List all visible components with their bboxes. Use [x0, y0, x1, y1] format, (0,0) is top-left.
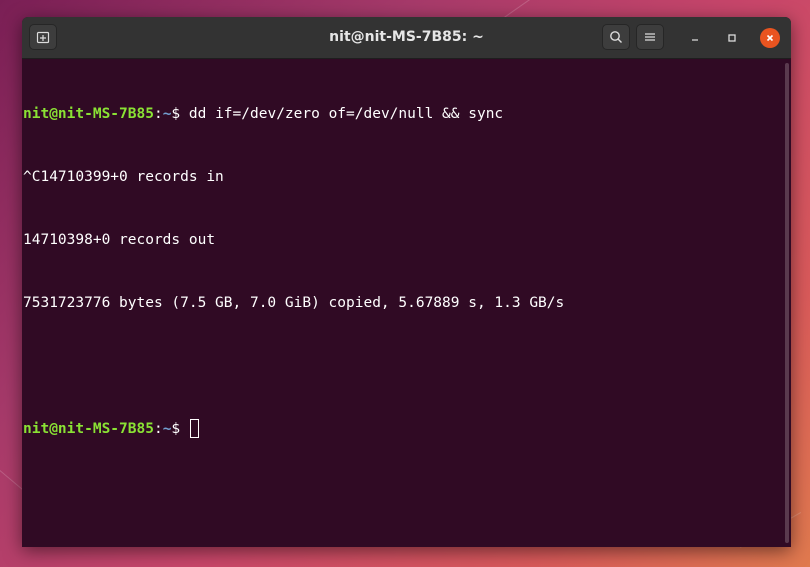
new-tab-button[interactable]	[29, 24, 57, 50]
window-title: nit@nit-MS-7B85: ~	[329, 29, 484, 45]
active-prompt-line: nit@nit-MS-7B85:~$	[23, 419, 781, 440]
search-button[interactable]	[602, 24, 630, 50]
close-button[interactable]	[760, 28, 780, 48]
terminal-window: nit@nit-MS-7B85: ~ nit@nit-MS-7B85:~$ dd…	[22, 17, 791, 547]
scrollbar[interactable]	[785, 63, 789, 543]
hamburger-menu-icon	[645, 33, 655, 41]
output-line: 7531723776 bytes (7.5 GB, 7.0 GiB) copie…	[23, 295, 565, 311]
command-line: nit@nit-MS-7B85:~$ dd if=/dev/zero of=/d…	[23, 104, 781, 125]
maximize-icon	[728, 34, 736, 42]
prompt-user: nit@nit-MS-7B85	[23, 106, 154, 122]
prompt-symbol: $	[171, 106, 189, 122]
maximize-button[interactable]	[722, 28, 742, 48]
minimize-icon	[692, 39, 698, 41]
search-icon	[610, 31, 622, 43]
terminal-output[interactable]: nit@nit-MS-7B85:~$ dd if=/dev/zero of=/d…	[22, 59, 781, 547]
command-text: dd if=/dev/zero of=/dev/null && sync	[188, 106, 504, 122]
prompt-symbol: $	[171, 421, 189, 437]
new-tab-icon	[36, 31, 50, 44]
menu-button[interactable]	[636, 24, 664, 50]
window-title-container: nit@nit-MS-7B85: ~	[22, 17, 791, 58]
text-cursor	[189, 419, 199, 438]
close-icon	[766, 34, 774, 42]
prompt-separator: :	[153, 106, 163, 122]
prompt-user: nit@nit-MS-7B85	[23, 421, 154, 437]
prompt-separator: :	[153, 421, 163, 437]
output-line: 14710398+0 records out	[23, 232, 216, 248]
output-line: ^C14710399+0 records in	[23, 169, 224, 185]
title-bar: nit@nit-MS-7B85: ~	[22, 17, 791, 59]
minimize-button[interactable]	[685, 28, 705, 48]
